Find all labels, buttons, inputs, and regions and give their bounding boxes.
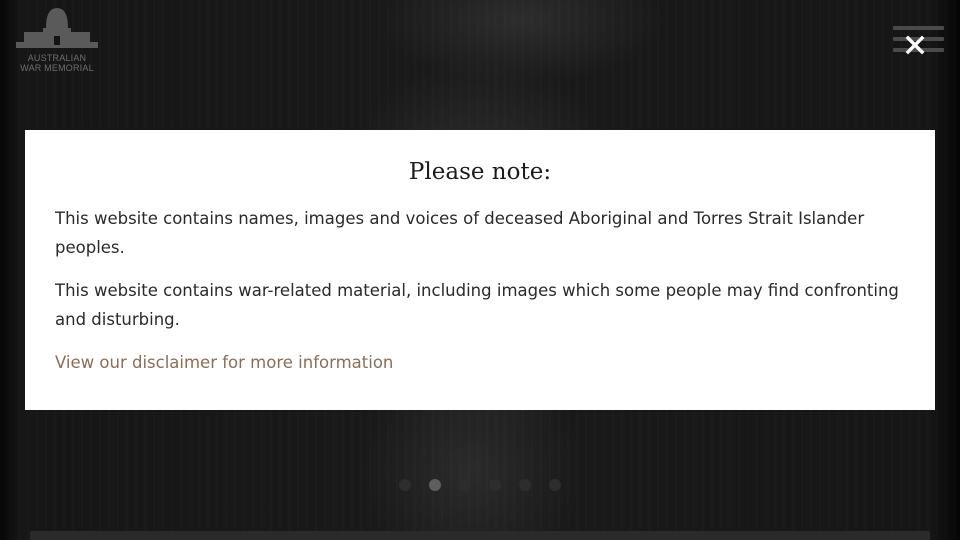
site-logo[interactable]: AUSTRALIAN WAR MEMORIAL	[16, 8, 98, 74]
carousel-dot[interactable]	[489, 479, 501, 491]
logo-line-2: WAR MEMORIAL	[20, 63, 94, 73]
memorial-building-icon	[16, 8, 98, 48]
carousel-dot-active[interactable]	[429, 479, 441, 491]
logo-line-1: AUSTRALIAN	[27, 53, 87, 63]
logo-wordmark: AUSTRALIAN WAR MEMORIAL	[16, 53, 98, 73]
disclaimer-link[interactable]: View our disclaimer for more information	[55, 348, 393, 377]
carousel-dot[interactable]	[459, 479, 471, 491]
modal-paragraph-war-material: This website contains war-related materi…	[55, 281, 899, 329]
modal-paragraph-deceased-peoples: This website contains names, images and …	[55, 209, 865, 257]
menu-bar	[893, 26, 944, 30]
carousel-dot[interactable]	[399, 479, 411, 491]
carousel-dot[interactable]	[549, 479, 561, 491]
page: AUSTRALIAN WAR MEMORIAL Please note: Thi…	[0, 0, 960, 540]
carousel-dot[interactable]	[519, 479, 531, 491]
bottom-panel	[30, 531, 930, 540]
carousel-pagination	[399, 479, 561, 491]
modal-title: Please note:	[408, 159, 552, 185]
content-warning-modal: Please note: This website contains names…	[25, 130, 935, 410]
close-icon[interactable]	[903, 33, 927, 57]
